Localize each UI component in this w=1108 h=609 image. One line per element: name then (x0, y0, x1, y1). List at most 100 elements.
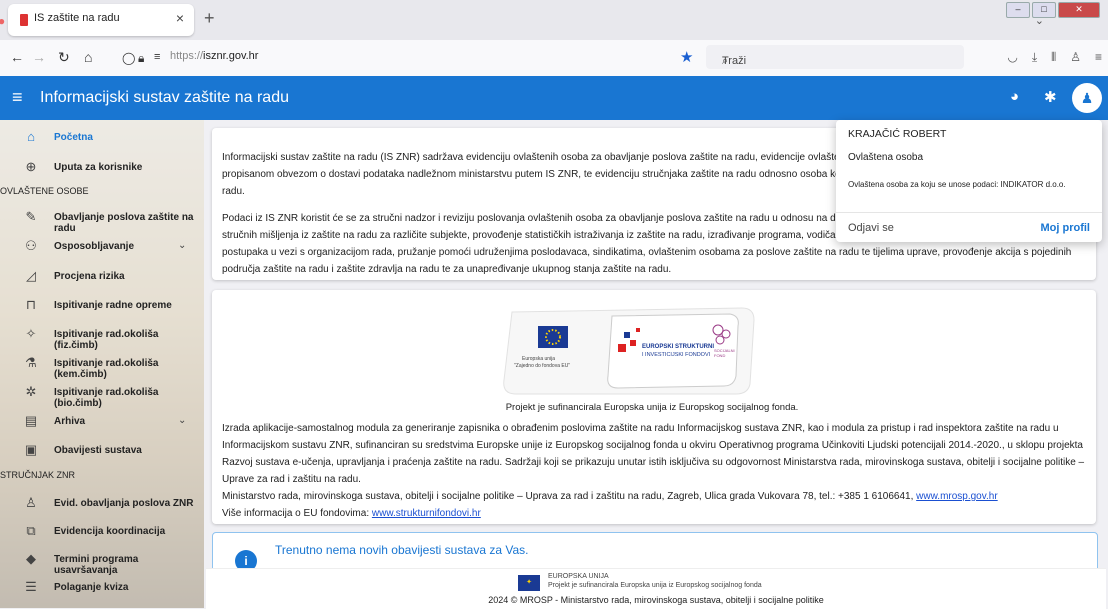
school-icon: ◆ (26, 551, 36, 566)
eu-contact-line: Ministarstvo rada, mirovinskoga sustava,… (222, 488, 998, 505)
sidebar-item-evid-znr[interactable]: ♙ Evid. obavljanja poslova ZNR (0, 492, 204, 518)
chevron-down-icon: ⌄ (178, 415, 187, 426)
edit-icon: ✎ (25, 209, 37, 224)
tool-icon: ⊓ (25, 297, 37, 312)
favicon-icon (20, 14, 28, 26)
lock-icon[interactable]: 🔒︎ (138, 51, 144, 66)
back-icon[interactable]: ← (10, 49, 24, 65)
home-browser-icon[interactable]: ⌂ (84, 49, 92, 65)
user-name: KRAJAČIĆ ROBERT (848, 128, 947, 140)
maximize-button[interactable]: □ (1032, 2, 1056, 18)
new-tab-button[interactable]: + (204, 8, 215, 29)
tab-title: IS zaštite na radu (34, 12, 120, 24)
sidebar-item-osposobljavanje[interactable]: ⚇ Osposobljavanje ⌄ (0, 235, 204, 261)
funds-logo-text: I INVESTICIJSKI FONDOVI (642, 352, 711, 358)
eu-funds-info-text: Više informacija o EU fondovima: (222, 508, 372, 519)
user-org: Ovlaštena osoba za koju se unose podaci:… (848, 180, 1066, 189)
account-browser-icon[interactable]: ♙ (1070, 50, 1081, 65)
sidebar-item-fiz-cimb[interactable]: ✧ Ispitivanje rad.okoliša (fiz.čimb) (0, 323, 204, 351)
sidebar-item-procjena-rizika[interactable]: ◿ Procjena rizika (0, 265, 204, 291)
url-prefix: https:// (170, 50, 204, 62)
info-icon: ⊕ (25, 159, 37, 174)
sidebar-item-bio-cimb[interactable]: ✲ Ispitivanje rad.okoliša (bio.čimb) (0, 381, 204, 409)
account-icon[interactable]: ♟ (1072, 83, 1102, 113)
sidebar-item-usavrsavanje[interactable]: ◆ Termini programa usavršavanja (0, 548, 204, 576)
eu-line: Uprave za rad i zaštitu na radu. (222, 474, 361, 485)
forward-icon[interactable]: → (32, 49, 46, 65)
url-domain: isznr.gov.hr (203, 50, 259, 62)
home-icon: ⌂ (27, 129, 35, 144)
bug-icon: ✲ (25, 384, 37, 399)
intro-line: Informacijski sustav zaštite na radu (IS… (222, 152, 848, 163)
people-icon: ⚇ (25, 238, 37, 253)
bookmark-star-icon[interactable]: ★ (680, 48, 693, 66)
notification-text: Trenutno nema novih obavijesti sustava z… (275, 543, 529, 557)
sidebar-item-label: Ispitivanje rad.okoliša (fiz.čimb) (54, 329, 159, 351)
sidebar-item-label: Obavijesti sustava (54, 445, 142, 456)
user-role: Ovlaštena osoba (848, 152, 924, 163)
account-dropdown: KRAJAČIĆ ROBERT Ovlaštena osoba Ovlašten… (836, 120, 1102, 242)
strukturnifondovi-link[interactable]: www.strukturnifondovi.hr (372, 508, 481, 519)
sidebar-item-label: Evid. obavljanja poslova ZNR (54, 498, 194, 509)
tab-close-button[interactable]: × (176, 10, 184, 26)
eu-contact-text: Ministarstvo rada, mirovinskoga sustava,… (222, 491, 917, 502)
sidebar-item-label: Obavljanje poslova zaštite na radu (54, 212, 194, 234)
intro-line: stručnih mišljenja iz zaštite na radu za… (222, 230, 845, 241)
browser-toolbar-right: ◡ ⤓ ⫴ ♙ ≡ (1007, 50, 1102, 65)
mrosp-link[interactable]: www.mrosp.gov.hr (916, 491, 998, 502)
sidebar-item-label: Procjena rizika (54, 271, 125, 282)
logout-button[interactable]: Odjavi se (848, 222, 894, 234)
menu-icon[interactable]: ≡ (1095, 50, 1102, 65)
sidebar-item-koordinacija[interactable]: ⧉ Evidencija koordinacija (0, 520, 204, 546)
eu-funds-logo: Europska unija "Zajedno do fondova EU" E… (492, 304, 766, 398)
sidebar-item-pocetna[interactable]: ⌂ Početna (0, 126, 204, 152)
sidebar-item-label: Ispitivanje rad.okoliša (bio.čimb) (54, 387, 159, 409)
sidebar-item-label: Termini programa usavršavanja (54, 554, 139, 576)
bug-icon[interactable]: ✱ (1044, 88, 1057, 106)
sidebar-item-arhiva[interactable]: ▤ Arhiva ⌄ (0, 410, 204, 436)
browser-tab[interactable]: IS zaštite na radu × (8, 4, 194, 36)
flask-icon: ⚗ (25, 355, 37, 370)
search-input[interactable]: ⌕ Traži (706, 45, 964, 69)
my-profile-button[interactable]: Moj profil (1041, 222, 1091, 234)
eu-logo-text: "Zajedno do fondova EU" (514, 363, 571, 369)
reload-icon[interactable]: ↻ (58, 49, 70, 66)
browser-tab-bar: ● IS zaštite na radu × + ⌄ – □ ✕ (0, 0, 1108, 40)
minimize-button[interactable]: – (1006, 2, 1030, 18)
close-window-button[interactable]: ✕ (1058, 2, 1100, 18)
search-placeholder-text: Traži (722, 55, 747, 67)
url-bar[interactable]: https://isznr.gov.hr (170, 50, 258, 62)
sidebar-nav: ⌂ Početna ⊕ Uputa za korisnike OVLAŠTENE… (0, 120, 204, 608)
eu-funds-info-line: Više informacija o EU fondovima: www.str… (222, 505, 481, 522)
sidebar-item-kviz[interactable]: ☰ Polaganje kviza (0, 576, 204, 602)
eu-logo-text: Europska unija (522, 356, 556, 362)
sidebar-item-obavijesti[interactable]: ▣ Obavijesti sustava (0, 439, 204, 465)
shield-icon[interactable]: ◯ (122, 51, 135, 65)
download-icon[interactable]: ⤓ (1032, 50, 1037, 65)
chevron-down-icon: ⌄ (178, 240, 187, 251)
app-title: Informacijski sustav zaštite na radu (40, 89, 289, 106)
intro-line: područja zaštite na radu i zaštite zdrav… (222, 264, 672, 275)
intro-line: radu. (222, 186, 245, 197)
sidebar-item-uputa[interactable]: ⊕ Uputa za korisnike (0, 156, 204, 182)
sidebar-item-radne-opreme[interactable]: ⊓ Ispitivanje radne opreme (0, 294, 204, 320)
sidebar-item-kem-cimb[interactable]: ⚗ Ispitivanje rad.okoliša (kem.čimb) (0, 352, 204, 380)
browser-nav-bar: ← → ↻ ⌂ ◯ 🔒︎ ≡ https://isznr.gov.hr ★ ⌕ … (0, 40, 1108, 77)
permissions-icon[interactable]: ≡ (154, 51, 160, 63)
footer: ✦ EUROPSKA UNIJA Projekt je sufinanciral… (206, 568, 1106, 609)
library-icon[interactable]: ⫴ (1051, 50, 1056, 65)
pocket-icon[interactable]: ◡ (1007, 50, 1017, 65)
eu-line: Izrada aplikacije-samostalnog modula za … (222, 423, 1059, 434)
funds-logo-text: EUROPSKI STRUKTURNI (642, 344, 715, 350)
sidebar-item-obavljanje-poslova[interactable]: ✎ Obavljanje poslova zaštite na radu (0, 206, 204, 234)
eu-flag-icon: ✦ (518, 575, 540, 591)
palette-icon[interactable]: ◕ (1010, 88, 1019, 105)
megaphone-icon: ▣ (24, 442, 38, 457)
hamburger-menu-icon[interactable]: ≡ (12, 87, 23, 108)
intro-line: Podaci iz IS ZNR koristit će se za struč… (222, 213, 847, 224)
archive-icon: ▤ (24, 413, 38, 428)
firefox-icon[interactable]: ● (0, 14, 5, 28)
sidebar-item-label: Polaganje kviza (54, 582, 129, 593)
sidebar-item-label: Arhiva (54, 416, 86, 427)
user-icon: ♙ (25, 495, 37, 510)
